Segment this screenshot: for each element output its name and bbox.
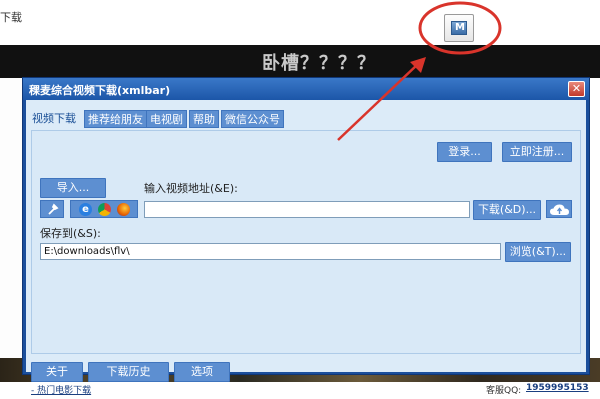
register-button[interactable]: 立即注册...: [502, 142, 572, 162]
download-button[interactable]: 下载(&D)...: [473, 200, 541, 220]
login-button[interactable]: 登录...: [437, 142, 492, 162]
tab-tv-series[interactable]: 电视剧: [146, 110, 187, 128]
video-download-panel: 登录... 立即注册... 导入... 输入视频地址(&E): e 下载(&D)…: [31, 130, 581, 354]
url-label: 输入视频地址(&E):: [144, 182, 238, 195]
chrome-icon: [98, 203, 111, 216]
firefox-icon: [117, 203, 130, 216]
browser-select-button[interactable]: e: [70, 200, 138, 218]
tab-video-download[interactable]: 视频下载: [29, 110, 79, 128]
dialog-client-area: 视频下载 推荐给朋友 电视剧 帮助 微信公众号 登录... 立即注册... 导入…: [26, 100, 589, 396]
hot-movies-link[interactable]: - 热门电影下载: [31, 383, 91, 396]
tool-button[interactable]: [40, 200, 64, 218]
qq-label: 客服QQ:: [486, 386, 522, 396]
dialog-title: 稞麦综合视频下载(xmlbar): [29, 84, 171, 97]
browse-button[interactable]: 浏览(&T)...: [505, 242, 571, 262]
about-button[interactable]: 关于(&A)...: [31, 362, 83, 396]
close-button[interactable]: ✕: [568, 81, 585, 97]
wrench-icon: [48, 203, 59, 215]
dialog-titlebar[interactable]: 稞麦综合视频下载(xmlbar) ✕: [23, 78, 589, 100]
xmlbar-dialog: 稞麦综合视频下载(xmlbar) ✕ 视频下载 推荐给朋友 电视剧 帮助 微信公…: [22, 77, 590, 396]
page-left-strip: [0, 78, 22, 358]
page-cut-text: 下载: [0, 11, 22, 24]
xmlbar-tray-icon[interactable]: [444, 14, 474, 42]
tab-wechat[interactable]: 微信公众号: [221, 110, 284, 128]
tab-recommend[interactable]: 推荐给朋友: [84, 110, 147, 128]
history-button[interactable]: 下载历史(&H)...: [88, 362, 169, 396]
page-headline: 卧槽？？？？: [262, 53, 376, 74]
internet-explorer-icon: e: [79, 203, 92, 216]
cloud-upload-icon: [550, 204, 569, 215]
cloud-button[interactable]: [546, 200, 572, 218]
xmlbar-app-icon: [451, 21, 467, 35]
video-url-input[interactable]: [144, 201, 470, 218]
qq-number-link[interactable]: 1959995153: [526, 383, 589, 393]
page-top-area: [0, 0, 600, 45]
tab-help[interactable]: 帮助: [189, 110, 219, 128]
save-path-input[interactable]: E:\downloads\flv\: [40, 243, 501, 260]
import-button[interactable]: 导入...: [40, 178, 106, 198]
save-path-label: 保存到(&S):: [40, 227, 101, 240]
options-button[interactable]: 选项(&O)...: [174, 362, 230, 396]
